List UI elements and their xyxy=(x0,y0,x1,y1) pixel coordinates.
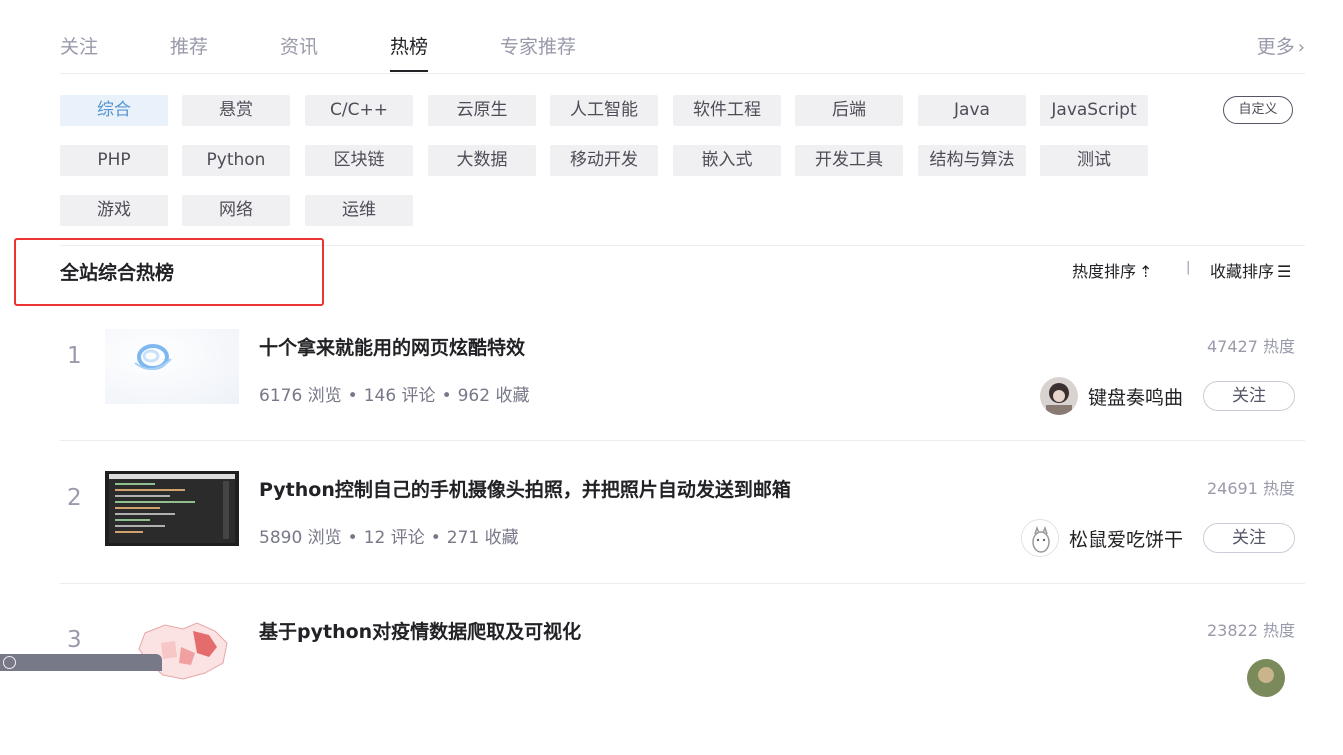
rank-number: 3 xyxy=(67,627,82,653)
favorite-count: 271 收藏 xyxy=(446,528,519,548)
sort-by-favorites-label: 收藏排序 xyxy=(1210,262,1275,281)
category-chip-algorithms[interactable]: 结构与算法 xyxy=(918,145,1026,176)
category-chip-ops[interactable]: 运维 xyxy=(305,195,413,226)
more-label: 更多 xyxy=(1256,36,1295,58)
circle-icon xyxy=(3,656,16,669)
avatar[interactable] xyxy=(1039,377,1078,415)
category-chip-mobile-dev[interactable]: 移动开发 xyxy=(550,145,658,176)
tooltip-fragment xyxy=(0,654,162,671)
row-divider xyxy=(60,583,1305,584)
article-thumbnail[interactable] xyxy=(105,471,239,546)
article-thumbnail[interactable] xyxy=(105,613,239,688)
category-chip-dev-tools[interactable]: 开发工具 xyxy=(795,145,903,176)
follow-button[interactable]: 关注 xyxy=(1203,523,1295,553)
category-chip-cloud-native[interactable]: 云原生 xyxy=(428,95,536,126)
category-chip-java[interactable]: Java xyxy=(918,95,1026,126)
category-chip-blockchain[interactable]: 区块链 xyxy=(305,145,413,176)
hot-list-item: 1 十个拿来就能用的网页炫酷特效 6176 浏览 • 146 评论 • 962 收藏 4… xyxy=(60,329,1305,471)
comment-count: 12 评论 xyxy=(363,528,425,548)
tab-news[interactable]: 资讯 xyxy=(280,32,318,59)
tab-expert-recommend[interactable]: 专家推荐 xyxy=(500,32,576,59)
article-stats: 5890 浏览 • 12 评论 • 271 收藏 xyxy=(259,528,519,548)
category-chip-embedded[interactable]: 嵌入式 xyxy=(673,145,781,176)
category-chip-software-engineering[interactable]: 软件工程 xyxy=(673,95,781,126)
row-divider xyxy=(60,440,1305,441)
category-chip-c-cpp[interactable]: C/C++ xyxy=(305,95,413,126)
heat-score: 47427 热度 xyxy=(1207,337,1295,356)
sort-by-heat-label: 热度排序 xyxy=(1072,262,1137,281)
category-chip-games[interactable]: 游戏 xyxy=(60,195,168,226)
tab-follow[interactable]: 关注 xyxy=(60,32,98,59)
author-block: 键盘奏鸣曲 关注 xyxy=(1039,375,1295,417)
more-link[interactable]: 更多 › xyxy=(1257,32,1305,59)
rank-number: 2 xyxy=(67,485,82,511)
avatar[interactable] xyxy=(1247,659,1285,697)
comment-count: 146 评论 xyxy=(363,386,436,406)
category-chip-comprehensive[interactable]: 综合 xyxy=(60,95,168,126)
hot-list-item: 3 基于python对疫情数据爬取及可视化 23822 热度 xyxy=(60,613,1305,755)
category-chip-network[interactable]: 网络 xyxy=(182,195,290,226)
article-title[interactable]: 十个拿来就能用的网页炫酷特效 xyxy=(259,333,525,360)
hot-list-item: 2 Python控制自己的手机摄像头拍照，并把照片自动发送到邮箱 5890 浏览… xyxy=(60,471,1305,613)
category-chip-php[interactable]: PHP xyxy=(60,145,168,176)
article-thumbnail[interactable] xyxy=(105,329,239,404)
view-count: 5890 浏览 xyxy=(259,528,342,548)
category-chip-bounty[interactable]: 悬赏 xyxy=(182,95,290,126)
article-stats: 6176 浏览 • 146 评论 • 962 收藏 xyxy=(259,386,530,406)
sort-by-favorites[interactable]: 收藏排序 ☰ xyxy=(1210,258,1291,282)
author-name[interactable]: 键盘奏鸣曲 xyxy=(1088,383,1183,410)
author-block xyxy=(1247,657,1295,699)
tab-recommend[interactable]: 推荐 xyxy=(170,32,208,59)
heat-score: 24691 热度 xyxy=(1207,479,1295,498)
category-chip-big-data[interactable]: 大数据 xyxy=(428,145,536,176)
article-title[interactable]: 基于python对疫情数据爬取及可视化 xyxy=(259,617,581,644)
sort-by-heat[interactable]: 热度排序 ⇡ xyxy=(1072,258,1152,282)
feed-tab-bar: 关注 推荐 资讯 热榜 专家推荐 更多 › xyxy=(60,22,1305,74)
category-chip-python[interactable]: Python xyxy=(182,145,290,176)
heat-score: 23822 热度 xyxy=(1207,621,1295,640)
chevron-right-icon: › xyxy=(1297,37,1305,58)
sort-separator: | xyxy=(1186,260,1191,275)
category-chip-javascript[interactable]: JavaScript xyxy=(1040,95,1148,126)
category-chip-ai[interactable]: 人工智能 xyxy=(550,95,658,126)
author-block: 松鼠爱吃饼干 关注 xyxy=(1020,517,1295,559)
author-name[interactable]: 松鼠爱吃饼干 xyxy=(1069,525,1183,552)
sort-ascending-icon: ⇡ xyxy=(1139,262,1153,281)
favorite-count: 962 收藏 xyxy=(457,386,530,406)
category-chip-testing[interactable]: 测试 xyxy=(1040,145,1148,176)
rank-number: 1 xyxy=(67,343,82,369)
customize-button[interactable]: 自定义 xyxy=(1223,96,1293,124)
article-title[interactable]: Python控制自己的手机摄像头拍照，并把照片自动发送到邮箱 xyxy=(259,475,791,502)
follow-button[interactable]: 关注 xyxy=(1203,381,1295,411)
category-chip-backend[interactable]: 后端 xyxy=(795,95,903,126)
sort-lines-icon: ☰ xyxy=(1277,262,1292,281)
view-count: 6176 浏览 xyxy=(259,386,342,406)
avatar[interactable] xyxy=(1020,519,1059,557)
section-title: 全站综合热榜 xyxy=(60,262,175,284)
tab-hot-list[interactable]: 热榜 xyxy=(390,32,429,72)
